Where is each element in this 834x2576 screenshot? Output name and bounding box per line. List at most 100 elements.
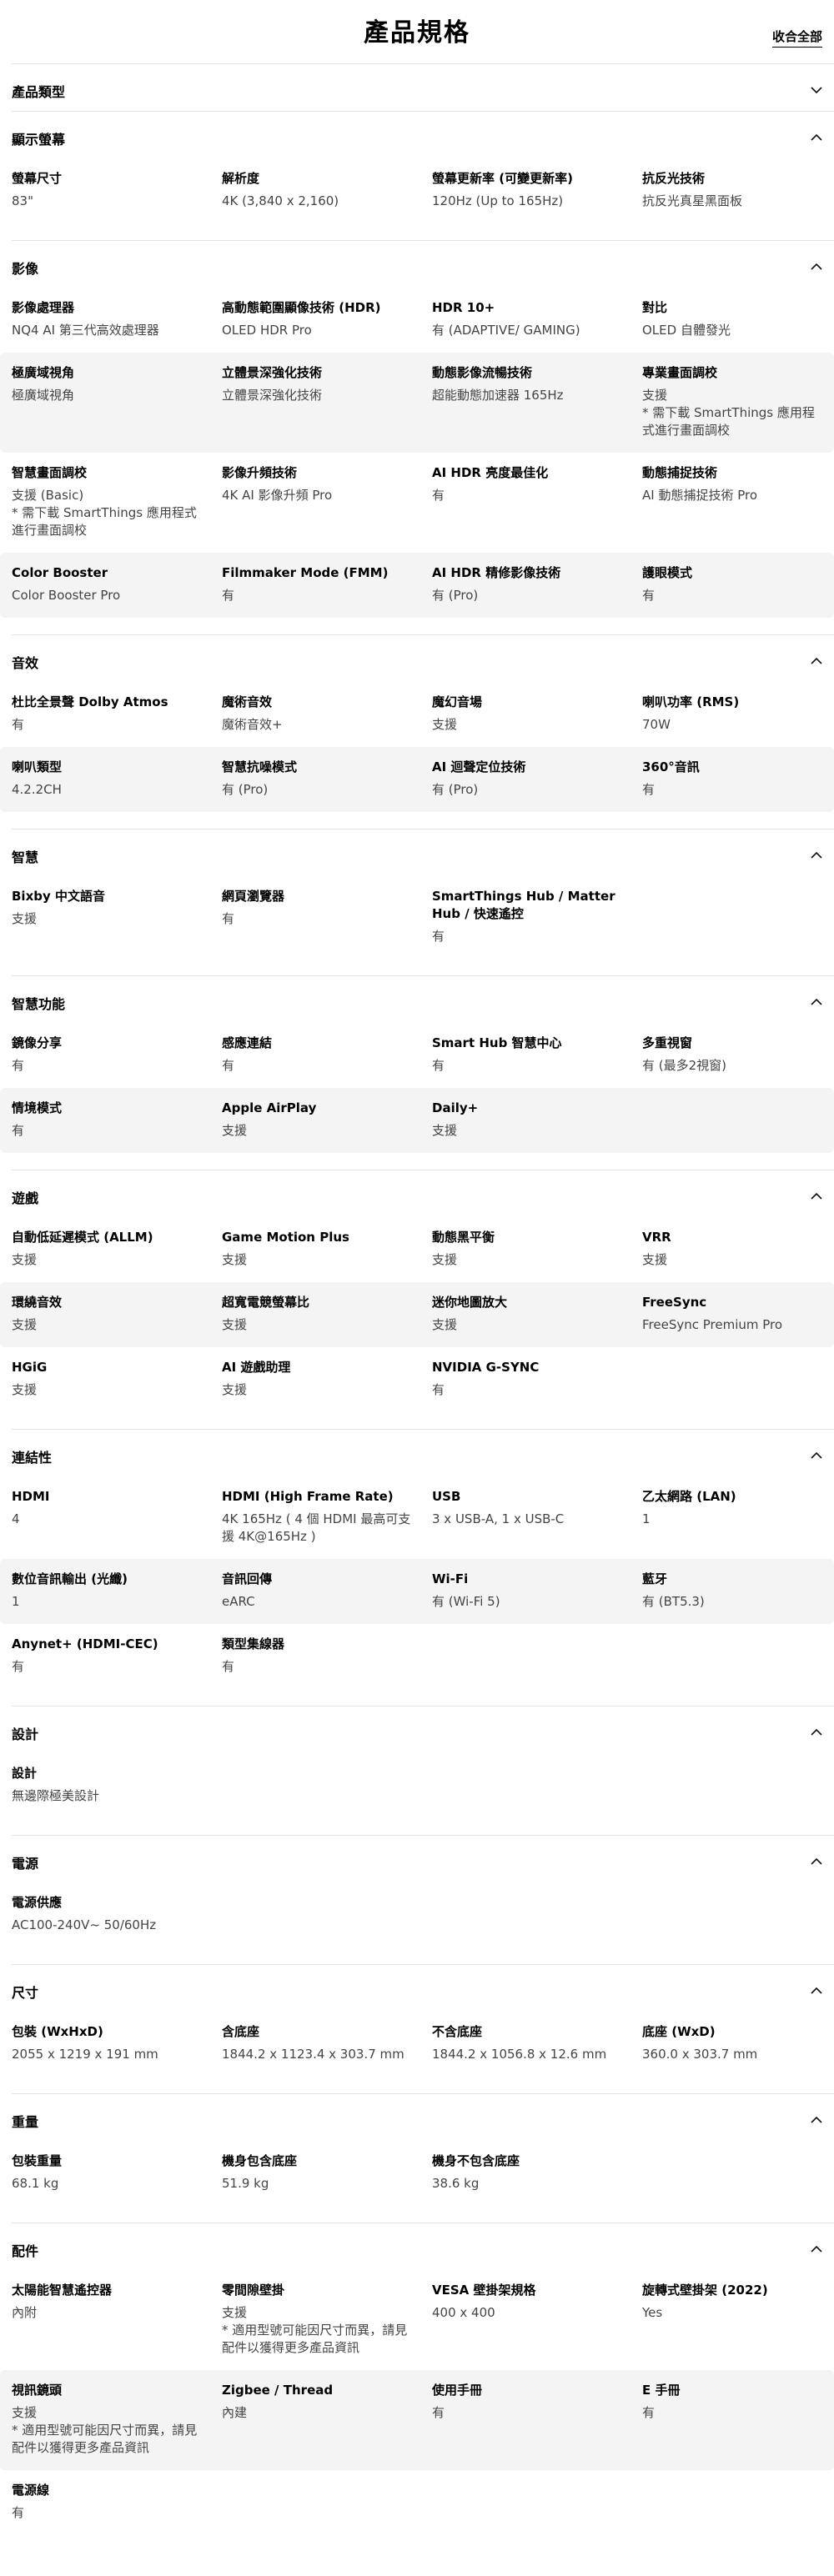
spec-row: 數位音訊輸出 (光纖) 1 音訊回傳 eARC Wi-Fi 有 (Wi-Fi 5) 藍牙有 … xyxy=(0,1559,834,1624)
spec-value: eARC xyxy=(222,1594,255,1609)
section-header[interactable]: 配件 xyxy=(12,2223,834,2270)
spec-label: 護眼模式 xyxy=(642,565,693,580)
spec-value: 38.6 kg xyxy=(432,2176,480,2191)
section-header[interactable]: 產品類型 xyxy=(12,64,834,111)
section-header[interactable]: 智慧功能 xyxy=(12,976,834,1023)
spec-value: 支援 xyxy=(12,1252,38,1267)
spec-item: 360°音訊有 xyxy=(642,759,834,799)
section-header[interactable]: 設計 xyxy=(12,1706,834,1753)
spec-row: HDMI 4 HDMI (High Frame Rate) 4K 165Hz ( 4 … xyxy=(12,1476,834,1559)
spec-label: Game Motion Plus xyxy=(222,1230,349,1245)
spec-item: HDR 10+ 有 (ADAPTIVE/ GAMING) xyxy=(432,299,642,339)
spec-value: 1844.2 x 1123.4 x 303.7 mm xyxy=(222,2047,404,2062)
chevron-up-icon[interactable] xyxy=(809,1189,824,1204)
collapse-all-button[interactable]: 收合全部 xyxy=(771,28,822,48)
spec-item: 杜比全景聲 Dolby Atmos 有 xyxy=(12,694,222,734)
spec-item: Bixby 中文語音 支援 xyxy=(12,888,222,945)
spec-value: 4K 165Hz ( 4 個 HDMI 最高可支援 4K@165Hz ) xyxy=(222,1511,411,1544)
spec-label: 智慧抗噪模式 xyxy=(222,759,298,774)
spec-item: 螢幕更新率 (可變更新率) 120Hz (Up to 165Hz) xyxy=(432,170,642,210)
spec-value: 支援 xyxy=(432,1252,458,1267)
spec-value: 3 x USB-A, 1 x USB-C xyxy=(432,1511,565,1526)
spec-label: 包裝 (WxHxD) xyxy=(12,2024,103,2039)
spec-label: 環繞音效 xyxy=(12,1295,63,1310)
spec-label: 魔術音效 xyxy=(222,694,273,709)
section-title: 電源 xyxy=(12,1856,39,1872)
spec-row: 太陽能智慧遙控器 內附 零間隙壁掛 支援 * 適用型號可能因尺寸而異，請見配件以獲得更… xyxy=(12,2270,834,2370)
spec-section: 遊戲 自動低延遲模式 (ALLM) 支援 Game Motion Plus 支援 動態黑平… xyxy=(0,1170,834,1429)
spec-row: 包裝 (WxHxD) 2055 x 1219 x 191 mm 含底座 1844.2 … xyxy=(12,2012,834,2077)
spec-item: HDMI 4 xyxy=(12,1488,222,1546)
spec-section: 尺寸 包裝 (WxHxD) 2055 x 1219 x 191 mm 含底座 1844.… xyxy=(12,1964,834,2093)
section-header[interactable]: 連結性 xyxy=(12,1430,834,1476)
spec-row: 電源供應 AC100-240V~ 50/60Hz xyxy=(12,1882,834,1947)
spec-label: 太陽能智慧遙控器 xyxy=(12,2283,113,2298)
spec-item: Anynet+ (HDMI-CEC) 有 xyxy=(12,1636,222,1676)
spec-row: Bixby 中文語音 支援 網頁瀏覽器有 SmartThings Hub / Matt… xyxy=(12,876,834,959)
section-header[interactable]: 重量 xyxy=(12,2094,834,2141)
spec-label: 感應連結 xyxy=(222,1035,273,1050)
chevron-down-icon[interactable] xyxy=(809,83,824,98)
chevron-up-icon[interactable] xyxy=(809,654,824,669)
spec-item: USB 3 x USB-A, 1 x USB-C xyxy=(432,1488,642,1546)
spec-value: 支援 xyxy=(12,911,38,926)
section-header[interactable]: 音效 xyxy=(12,635,834,682)
spec-value: 有 xyxy=(12,1659,25,1674)
spec-label: USB xyxy=(432,1489,461,1504)
spec-row: 螢幕尺寸 83" 解析度 4K (3,840 x 2,160) 螢幕更新率 (可變更新率… xyxy=(12,158,834,223)
spec-label: 魔幻音場 xyxy=(432,694,483,709)
spec-label: 影像處理器 xyxy=(12,300,75,315)
spec-value: 抗反光真星黑面板 xyxy=(642,193,743,208)
chevron-up-icon[interactable] xyxy=(809,2242,824,2257)
spec-label: 螢幕尺寸 xyxy=(12,171,63,186)
spec-item: 解析度 4K (3,840 x 2,160) xyxy=(222,170,432,210)
section-header[interactable]: 尺寸 xyxy=(12,1965,834,2012)
spec-label: Color Booster xyxy=(12,565,108,580)
spec-section: 智慧 Bixby 中文語音 支援 網頁瀏覽器有 SmartThings Hub / Ma… xyxy=(12,829,834,975)
spec-section: 產品類型 xyxy=(12,63,834,111)
spec-item: 多重視窗有 (最多2視窗) xyxy=(642,1035,834,1075)
spec-section: 設計 設計 無邊際極美設計 xyxy=(12,1706,834,1835)
spec-rows: 自動低延遲模式 (ALLM) 支援 Game Motion Plus 支援 動態黑平衡支… xyxy=(0,1217,834,1429)
spec-item: 動態影像流暢技術 超能動態加速器 165Hz xyxy=(432,364,642,439)
spec-value: 51.9 kg xyxy=(222,2176,269,2191)
chevron-up-icon[interactable] xyxy=(809,130,824,145)
chevron-up-icon[interactable] xyxy=(809,1983,824,1998)
spec-item: Filmmaker Mode (FMM) 有 xyxy=(222,564,432,604)
chevron-up-icon[interactable] xyxy=(809,259,824,274)
spec-label: 旋轉式壁掛架 (2022) xyxy=(642,2283,768,2298)
spec-label: 螢幕更新率 (可變更新率) xyxy=(432,171,573,186)
spec-value: 有 xyxy=(222,588,235,603)
section-header[interactable]: 電源 xyxy=(12,1836,834,1882)
spec-item: 使用手冊有 xyxy=(432,2382,642,2457)
spec-rows: 太陽能智慧遙控器 內附 零間隙壁掛 支援 * 適用型號可能因尺寸而異，請見配件以獲得更… xyxy=(0,2270,834,2552)
spec-row: 鏡像分享有感應連結有 Smart Hub 智慧中心有多重視窗有 (最多2視窗) xyxy=(12,1023,834,1088)
spec-item xyxy=(642,2153,834,2193)
spec-label: 網頁瀏覽器 xyxy=(222,889,285,904)
spec-item: 影像處理器 NQ4 AI 第三代高效處理器 xyxy=(12,299,222,339)
section-title: 遊戲 xyxy=(12,1190,39,1206)
spec-item: 立體景深強化技術 立體景深強化技術 xyxy=(222,364,432,439)
chevron-up-icon[interactable] xyxy=(809,1854,824,1869)
section-header[interactable]: 智慧 xyxy=(12,829,834,876)
spec-value: OLED 自體發光 xyxy=(642,323,731,338)
chevron-up-icon[interactable] xyxy=(809,848,824,863)
spec-item: 護眼模式有 xyxy=(642,564,834,604)
spec-item: 視訊鏡頭 支援 * 適用型號可能因尺寸而異，請見配件以獲得更多產品資訊 xyxy=(12,2382,222,2457)
chevron-up-icon[interactable] xyxy=(809,2112,824,2127)
section-header[interactable]: 影像 xyxy=(12,241,834,288)
section-header[interactable]: 遊戲 xyxy=(12,1170,834,1217)
spec-value: 1844.2 x 1056.8 x 12.6 mm xyxy=(432,2047,607,2062)
chevron-up-icon[interactable] xyxy=(809,995,824,1010)
spec-item: AI 迴聲定位技術有 (Pro) xyxy=(432,759,642,799)
spec-label: HDMI xyxy=(12,1489,50,1504)
chevron-up-icon[interactable] xyxy=(809,1448,824,1463)
page-title: 產品規格 xyxy=(364,18,470,48)
spec-value: 極廣域視角 xyxy=(12,388,75,403)
chevron-up-icon[interactable] xyxy=(809,1725,824,1740)
spec-label: Anynet+ (HDMI-CEC) xyxy=(12,1636,158,1651)
spec-item: 電源供應 AC100-240V~ 50/60Hz xyxy=(12,1894,222,1934)
spec-item: Apple AirPlay 支援 xyxy=(222,1100,432,1140)
section-header[interactable]: 顯示螢幕 xyxy=(12,112,834,158)
spec-value: 支援 xyxy=(222,1123,248,1138)
